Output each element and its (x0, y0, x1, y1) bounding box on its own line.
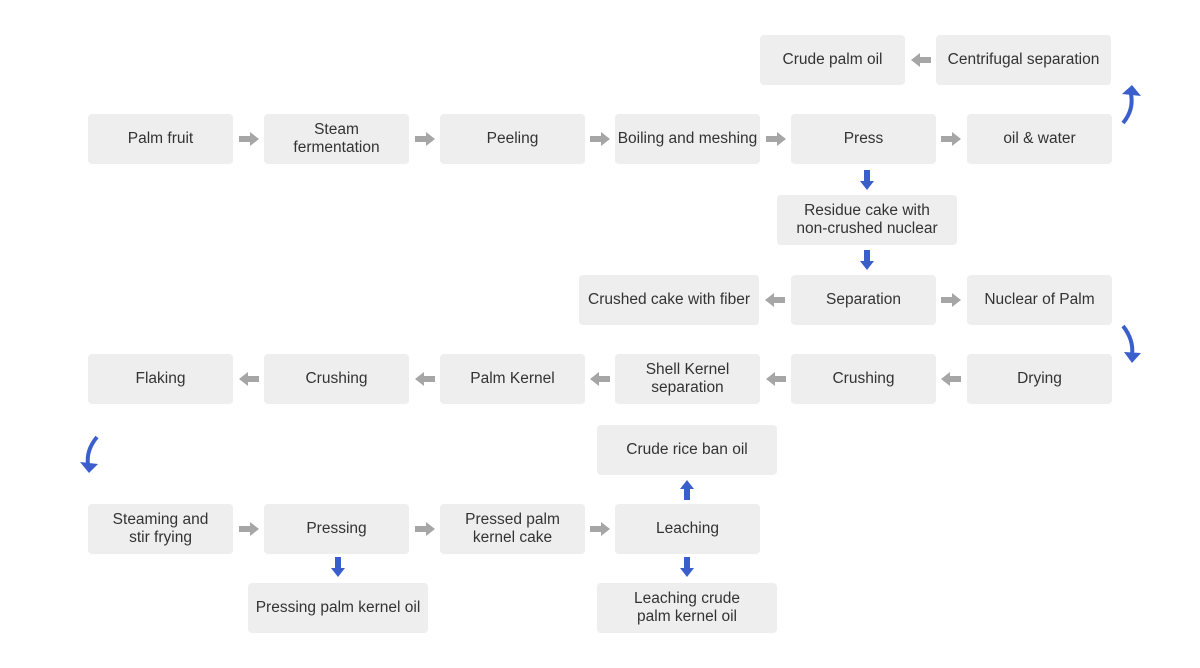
node-centrifugal-separation: Centrifugal separation (936, 35, 1111, 85)
node-crushing-2: Crushing (264, 354, 409, 404)
node-palm-fruit: Palm fruit (88, 114, 233, 164)
branch-arrow-up-icon (680, 480, 694, 500)
node-steaming-stir-frying: Steaming and stir frying (88, 504, 233, 554)
flow-arrow-right-icon (415, 522, 435, 536)
node-crushed-cake-fiber: Crushed cake with fiber (579, 275, 759, 325)
curved-arrow-up-icon (1121, 85, 1141, 125)
node-nuclear-palm: Nuclear of Palm (967, 275, 1112, 325)
flow-arrow-right-icon (415, 132, 435, 146)
flow-arrow-right-icon (239, 522, 259, 536)
flow-arrow-right-icon (766, 132, 786, 146)
branch-arrow-down-icon (331, 557, 345, 577)
flow-arrow-left-icon (590, 372, 610, 386)
flow-arrow-right-icon (941, 293, 961, 307)
node-boiling-meshing: Boiling and meshing (615, 114, 760, 164)
node-pressing: Pressing (264, 504, 409, 554)
flow-arrow-left-icon (415, 372, 435, 386)
flow-arrow-right-icon (941, 132, 961, 146)
branch-arrow-down-icon (680, 557, 694, 577)
node-crushing-1: Crushing (791, 354, 936, 404)
node-palm-kernel: Palm Kernel (440, 354, 585, 404)
node-peeling: Peeling (440, 114, 585, 164)
branch-arrow-down-icon (860, 170, 874, 190)
node-press: Press (791, 114, 936, 164)
node-crude-palm-oil: Crude palm oil (760, 35, 905, 85)
flow-arrow-right-icon (590, 132, 610, 146)
branch-arrow-down-icon (860, 250, 874, 270)
flow-arrow-right-icon (239, 132, 259, 146)
curved-arrow-down-left-icon (80, 435, 99, 473)
flow-arrow-left-icon (765, 293, 785, 307)
flow-arrow-left-icon (239, 372, 259, 386)
flow-arrow-right-icon (590, 522, 610, 536)
process-flow-diagram: Crude palm oil Centrifugal separation Palm… (0, 0, 1200, 668)
node-separation: Separation (791, 275, 936, 325)
flow-arrow-left-icon (911, 53, 931, 67)
node-residue-cake: Residue cake with non-crushed nuclear (777, 195, 957, 245)
node-leaching-crude-palm-kernel-oil: Leaching crude palm kernel oil (597, 583, 777, 633)
node-shell-kernel-separation: Shell Kernel separation (615, 354, 760, 404)
node-crude-rice-ban-oil: Crude rice ban oil (597, 425, 777, 475)
flow-arrow-left-icon (941, 372, 961, 386)
node-pressing-palm-kernel-oil: Pressing palm kernel oil (248, 583, 428, 633)
node-pressed-palm-kernel-cake: Pressed palm kernel cake (440, 504, 585, 554)
arrows-layer (80, 53, 1141, 577)
node-oil-water: oil & water (967, 114, 1112, 164)
flow-arrow-left-icon (766, 372, 786, 386)
node-leaching: Leaching (615, 504, 760, 554)
node-steam-fermentation: Steam fermentation (264, 114, 409, 164)
curved-arrow-down-icon (1121, 324, 1141, 363)
node-flaking: Flaking (88, 354, 233, 404)
node-drying: Drying (967, 354, 1112, 404)
